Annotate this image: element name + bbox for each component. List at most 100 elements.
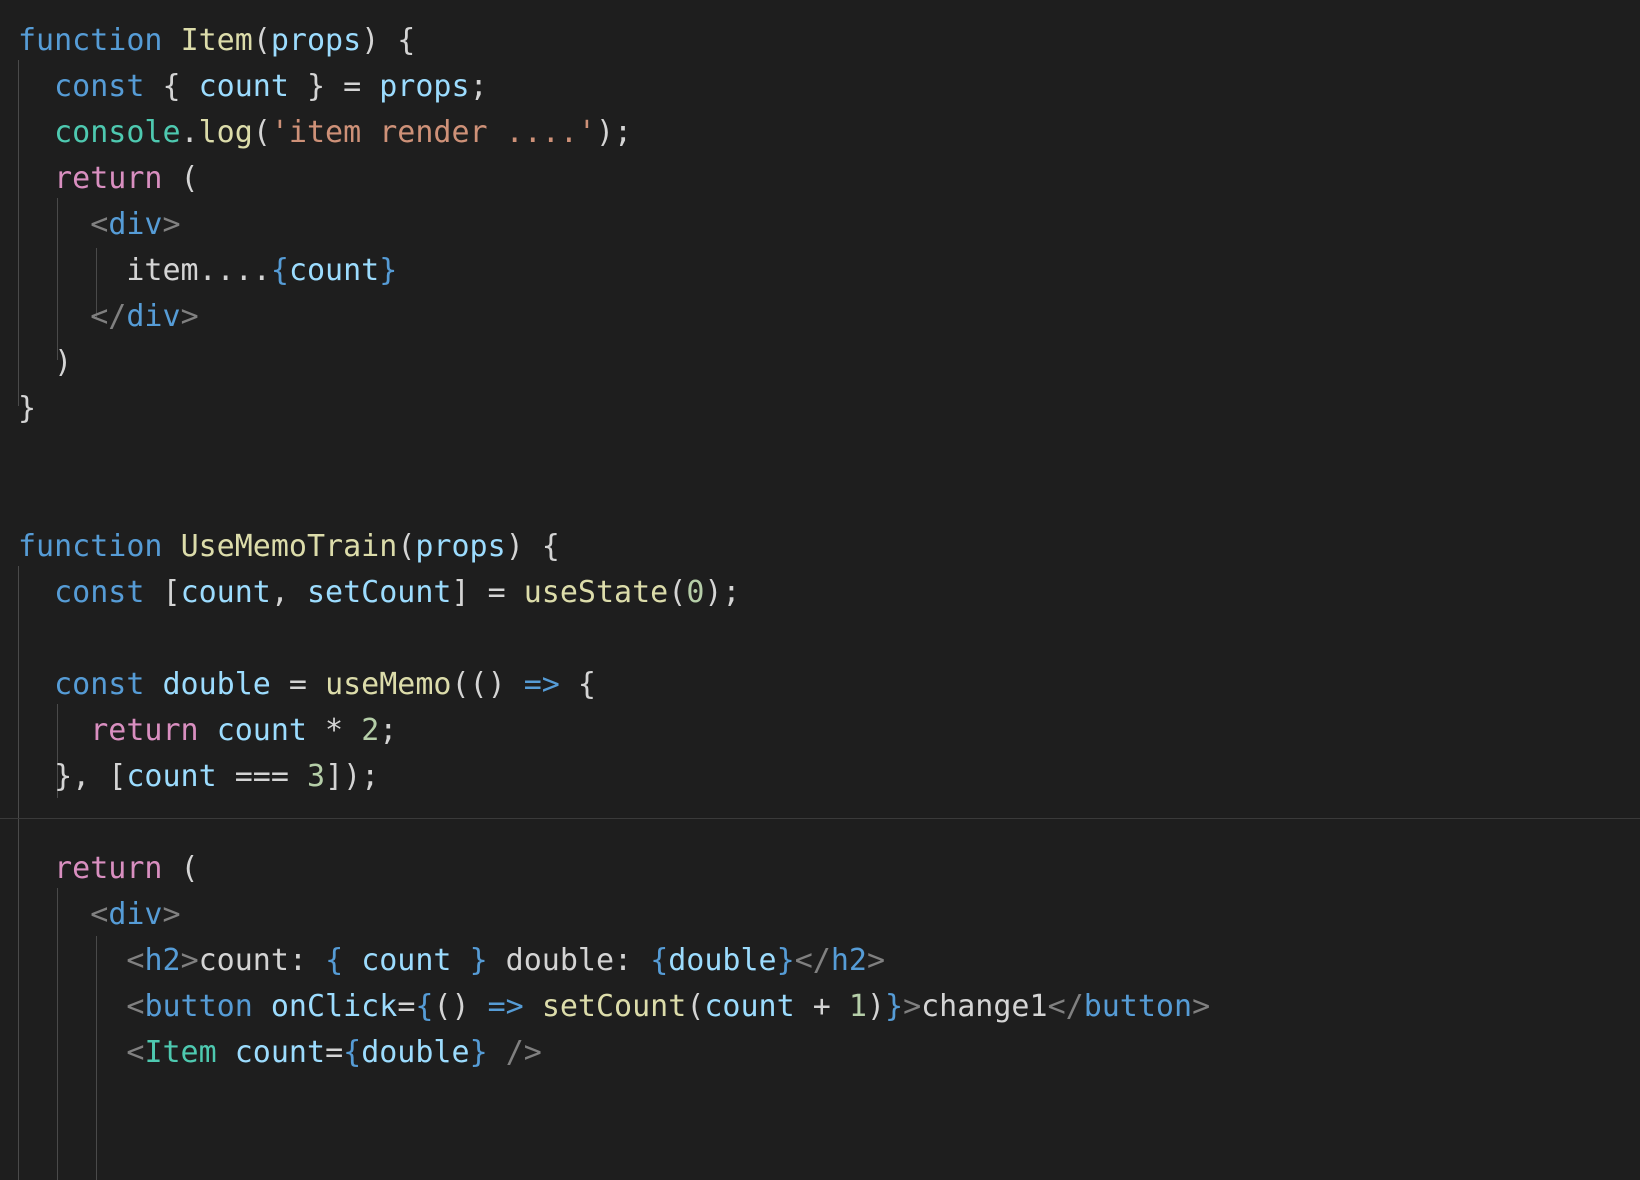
code-token: ); [595, 115, 633, 150]
code-token: count [288, 253, 380, 288]
code-token: item.... [126, 253, 271, 288]
code-token: { [415, 989, 434, 1024]
code-line[interactable]: } [0, 386, 1640, 432]
code-token: > [903, 989, 922, 1024]
code-token: count [126, 759, 217, 794]
code-line[interactable]: item....{count} [0, 248, 1640, 294]
code-token: 1 [848, 989, 867, 1024]
code-token: return [90, 713, 199, 748]
code-line[interactable] [0, 800, 1640, 846]
code-token: UseMemoTrain [180, 529, 398, 564]
code-token: count: [198, 943, 326, 978]
code-line[interactable] [0, 478, 1640, 524]
code-token: count [361, 943, 452, 978]
code-token: h2 [144, 943, 181, 978]
code-token: } [379, 253, 398, 288]
code-token: useMemo [325, 667, 452, 702]
code-token: => [523, 667, 560, 702]
code-token: === [216, 759, 307, 794]
code-token: log [198, 115, 253, 150]
code-line[interactable]: function UseMemoTrain(props) { [0, 524, 1640, 570]
code-token: </ [1047, 989, 1084, 1024]
code-token: > [162, 897, 181, 932]
code-token: change1 [921, 989, 1048, 1024]
code-token: count [180, 575, 271, 610]
code-token: > [162, 207, 181, 242]
code-token: } = [288, 69, 380, 104]
code-token: = [325, 1035, 344, 1070]
code-token: < [126, 1035, 145, 1070]
code-token: { [343, 1035, 362, 1070]
code-line[interactable]: <button onClick={() => setCount(count + … [0, 984, 1640, 1030]
code-line[interactable]: <Item count={double} /> [0, 1030, 1640, 1076]
code-token: ; [469, 69, 488, 104]
code-line[interactable]: }, [count === 3]); [0, 754, 1640, 800]
code-token: (() [451, 667, 524, 702]
code-line[interactable]: const { count } = props; [0, 64, 1640, 110]
code-token: ); [704, 575, 741, 610]
code-line[interactable]: ) [0, 340, 1640, 386]
code-token: ) { [361, 23, 416, 58]
code-token: button [144, 989, 253, 1024]
code-token: /> [505, 1035, 542, 1070]
code-editor[interactable]: function Item(props) { const { count } =… [0, 0, 1640, 1180]
code-token: count [216, 713, 307, 748]
code-line[interactable]: console.log('item render ....'); [0, 110, 1640, 156]
code-token: ; [379, 713, 398, 748]
code-token: onClick [270, 989, 398, 1024]
code-line[interactable]: const double = useMemo(() => { [0, 662, 1640, 708]
code-content[interactable]: function Item(props) { const { count } =… [0, 18, 1640, 1122]
code-token: div [108, 897, 163, 932]
code-token: > [180, 943, 199, 978]
code-token: < [126, 943, 145, 978]
code-token: div [126, 299, 181, 334]
code-token: double [361, 1035, 470, 1070]
code-token: props [415, 529, 506, 564]
code-token: ( [252, 23, 271, 58]
code-token: ]); [325, 759, 380, 794]
code-line[interactable]: </div> [0, 294, 1640, 340]
code-line[interactable] [0, 432, 1640, 478]
code-token: h2 [830, 943, 867, 978]
code-token: = [270, 667, 326, 702]
code-token: { [559, 667, 596, 702]
code-token: 'item render ....' [270, 115, 596, 150]
code-token: => [487, 989, 524, 1024]
code-line[interactable]: return ( [0, 156, 1640, 202]
code-line[interactable]: <div> [0, 202, 1640, 248]
code-line[interactable]: return count * 2; [0, 708, 1640, 754]
code-token: } [885, 989, 904, 1024]
code-token: > [1192, 989, 1211, 1024]
code-token: { [650, 943, 669, 978]
code-token: console [54, 115, 181, 150]
code-line[interactable]: return ( [0, 846, 1640, 892]
code-token: { [270, 253, 289, 288]
code-line[interactable]: <h2>count: { count } double: {double}</h… [0, 938, 1640, 984]
code-token: ( [162, 851, 199, 886]
code-token: const [54, 667, 145, 702]
code-token: ( [252, 115, 271, 150]
code-line[interactable]: <div> [0, 892, 1640, 938]
code-line[interactable] [0, 616, 1640, 662]
code-token: ) [18, 345, 73, 380]
code-line[interactable]: const [count, setCount] = useState(0); [0, 570, 1640, 616]
code-line[interactable] [0, 1076, 1640, 1122]
code-line[interactable]: function Item(props) { [0, 18, 1640, 64]
code-token: return [54, 161, 163, 196]
code-token: }, [ [18, 759, 127, 794]
code-token: } [18, 391, 37, 426]
code-token: 3 [307, 759, 326, 794]
code-token: [ [144, 575, 181, 610]
